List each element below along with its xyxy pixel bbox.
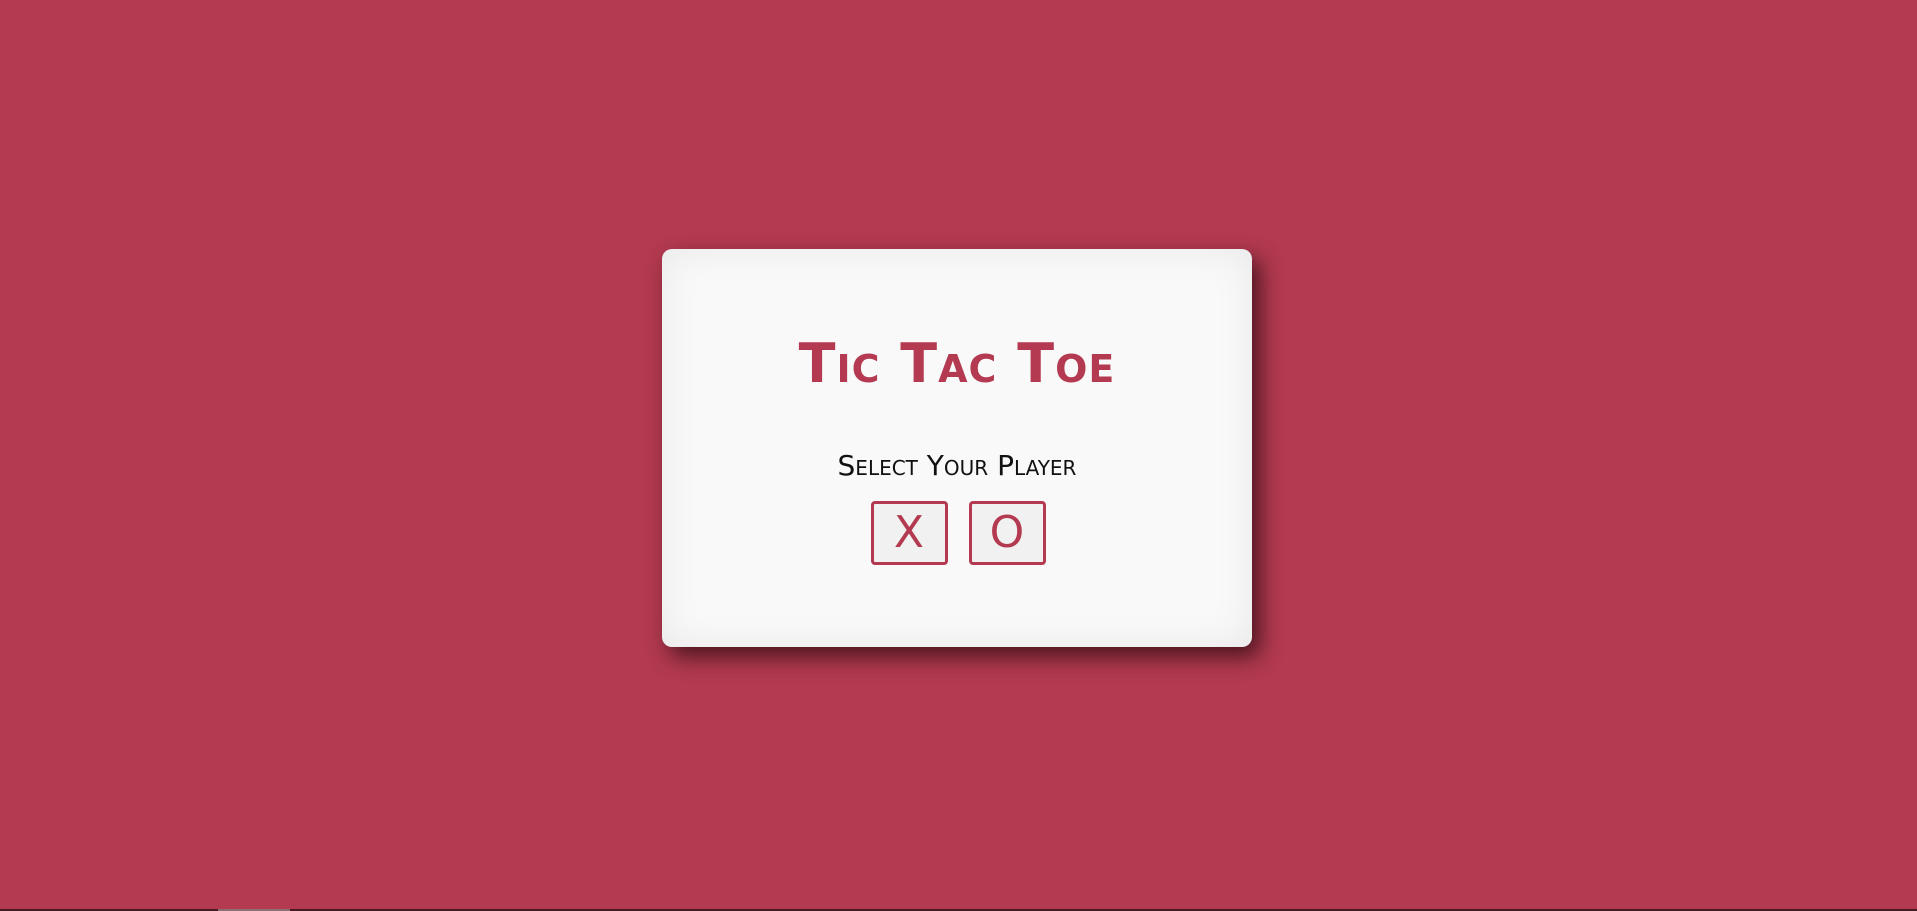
player-choices: X O xyxy=(662,501,1252,565)
game-title: Tic Tac Toe xyxy=(798,332,1116,395)
select-x-button[interactable]: X xyxy=(870,501,948,565)
select-player-prompt: Select Your Player xyxy=(837,449,1077,482)
player-select-dialog: Tic Tac Toe Select Your Player X O xyxy=(662,249,1252,647)
select-o-button[interactable]: O xyxy=(968,501,1046,565)
